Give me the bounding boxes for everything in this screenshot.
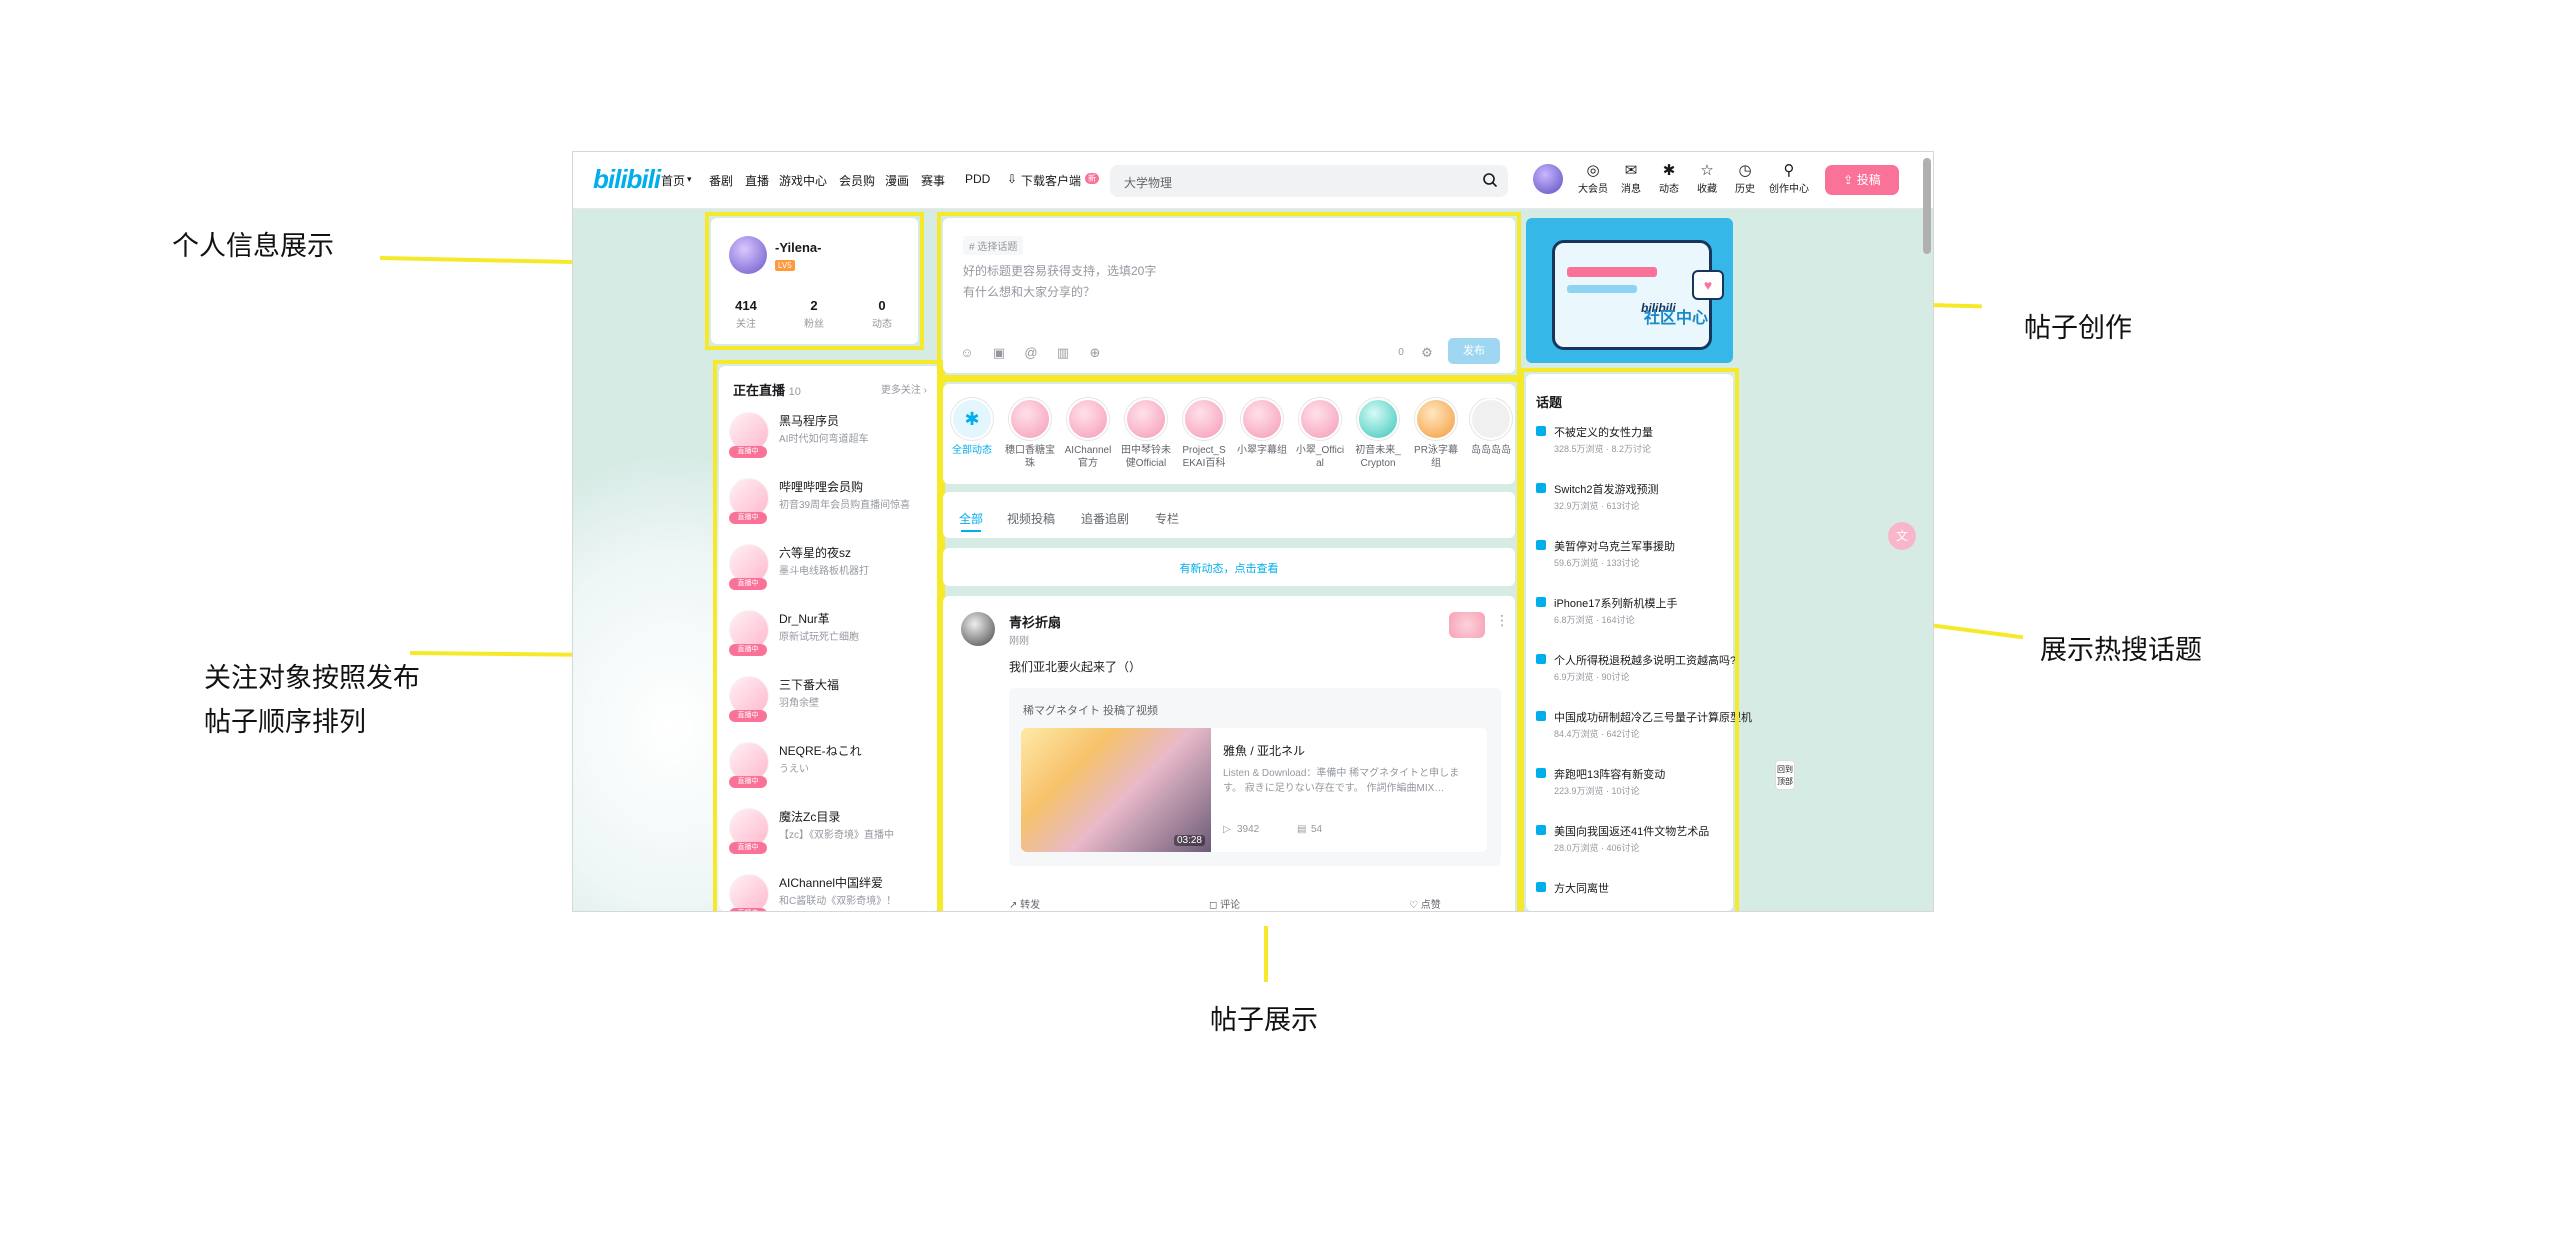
nav-live[interactable]: 直播 — [745, 172, 769, 189]
community-center-banner[interactable]: bilibili 社区中心 ♥ — [1526, 218, 1733, 363]
nav-home[interactable]: 首页 — [661, 172, 685, 189]
message-button[interactable]: ✉ 消息 — [1613, 162, 1649, 195]
highlight-composer — [937, 212, 1521, 379]
vip-label: 大会员 — [1578, 184, 1608, 195]
bilibili-dynamic-page: bilibili 首页 ▾ 番剧 直播 游戏中心 会员购 漫画 赛事 PDD ⇩… — [572, 151, 1934, 912]
banner-title: 社区中心 — [1644, 310, 1709, 327]
translate-icon[interactable]: 文 — [1888, 522, 1916, 550]
upload-icon: ⇪ — [1843, 173, 1857, 187]
history-label: 历史 — [1735, 184, 1755, 195]
nav-mall[interactable]: 会员购 — [839, 172, 875, 189]
message-label: 消息 — [1621, 184, 1641, 195]
history-button[interactable]: ◷ 历史 — [1727, 162, 1763, 195]
favorite-label: 收藏 — [1697, 184, 1717, 195]
user-avatar[interactable] — [1533, 164, 1563, 194]
top-navigation-bar: bilibili 首页 ▾ 番剧 直播 游戏中心 会员购 漫画 赛事 PDD ⇩… — [573, 152, 1933, 209]
highlight-feed — [937, 378, 1521, 911]
star-icon: ☆ — [1700, 162, 1714, 179]
search-input[interactable]: 大学物理 — [1124, 174, 1172, 191]
fan-icon: ✱ — [1662, 162, 1676, 179]
nav-download[interactable]: 下载客户端 — [1021, 172, 1081, 189]
search-icon[interactable] — [1482, 172, 1498, 188]
download-icon: ⇩ — [1007, 172, 1018, 186]
bulb-icon: ⚲ — [1783, 162, 1795, 179]
nav-anime[interactable]: 番剧 — [709, 172, 733, 189]
dynamic-label: 动态 — [1659, 184, 1679, 195]
annotation-following-2: 帖子顺序排列 — [204, 707, 366, 737]
chevron-down-icon: ▾ — [687, 174, 692, 184]
bilibili-logo[interactable]: bilibili — [593, 164, 661, 195]
nav-manga[interactable]: 漫画 — [885, 172, 909, 189]
favorite-button[interactable]: ☆ 收藏 — [1689, 162, 1725, 195]
back-to-top-button[interactable]: 回到顶部 — [1775, 760, 1795, 790]
upload-button[interactable]: ⇪ 投稿 — [1825, 165, 1899, 195]
page-scrollbar[interactable] — [1923, 158, 1931, 254]
annotation-profile: 个人信息展示 — [172, 231, 334, 261]
download-badge: 新 — [1085, 173, 1099, 184]
annotation-hot-topics: 展示热搜话题 — [2040, 635, 2202, 665]
highlight-following — [713, 360, 945, 911]
heart-icon: ♥ — [1692, 270, 1724, 300]
annotation-following-1: 关注对象按照发布 — [204, 663, 420, 693]
creator-center-label: 创作中心 — [1769, 184, 1809, 195]
banner-bar — [1567, 285, 1637, 293]
annotation-post-create: 帖子创作 — [2024, 313, 2132, 343]
annotation-line-display — [1264, 926, 1268, 982]
highlight-profile — [705, 212, 924, 350]
banner-bar — [1567, 267, 1657, 277]
nav-pdd[interactable]: PDD — [965, 172, 990, 186]
annotation-post-display: 帖子展示 — [1210, 1005, 1318, 1035]
dynamic-button[interactable]: ✱ 动态 — [1651, 162, 1687, 195]
mail-icon: ✉ — [1624, 162, 1638, 179]
search-bar[interactable]: 大学物理 — [1110, 165, 1508, 197]
nav-game[interactable]: 游戏中心 — [779, 172, 827, 189]
clock-icon: ◷ — [1738, 162, 1752, 179]
creator-center-button[interactable]: ⚲ 创作中心 — [1767, 162, 1811, 195]
nav-match[interactable]: 赛事 — [921, 172, 945, 189]
upload-label: 投稿 — [1856, 173, 1881, 187]
highlight-hot-topics — [1520, 368, 1739, 911]
vip-button[interactable]: ◎ 大会员 — [1575, 162, 1611, 195]
banner-illustration: bilibili — [1552, 240, 1712, 350]
vip-icon: ◎ — [1586, 162, 1600, 179]
